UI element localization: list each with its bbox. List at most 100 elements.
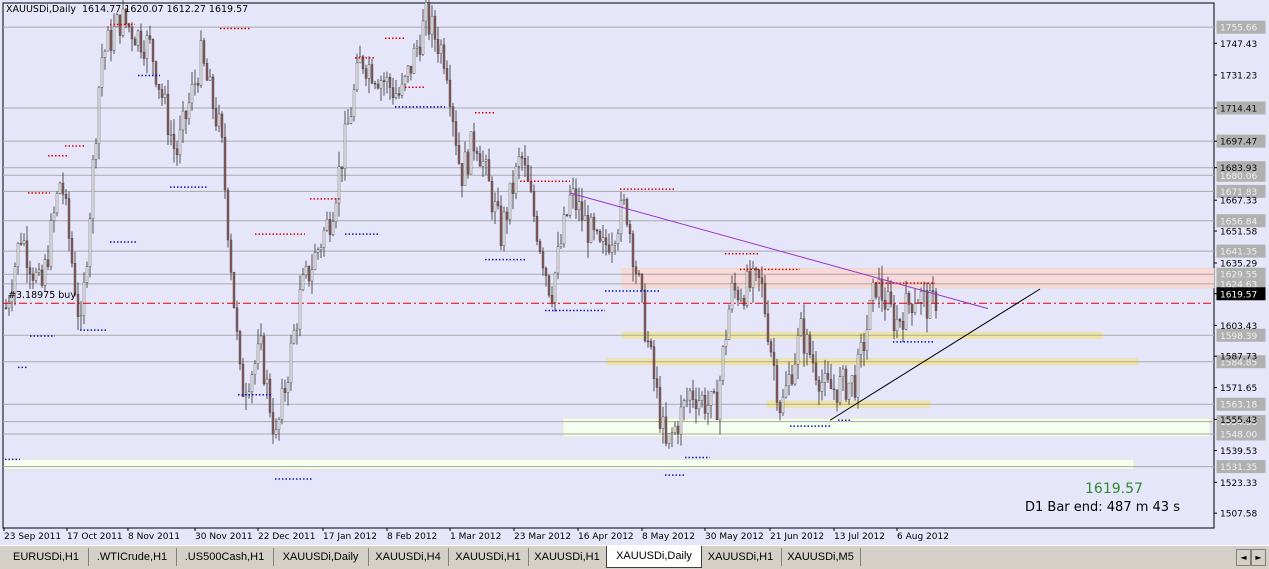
candle-body <box>763 282 767 315</box>
candle-body <box>271 412 275 435</box>
current-price-marker: 1619.57 <box>1220 290 1257 300</box>
candle-body <box>466 151 470 175</box>
chart-tab[interactable]: .WTICrude,H1 <box>88 548 177 566</box>
chart-tab[interactable]: XAUUSDi,M5 <box>781 548 861 566</box>
candle-body <box>829 379 833 390</box>
candle-body <box>688 390 692 401</box>
chart-tab[interactable]: XAUUSDi,Daily <box>606 546 702 568</box>
x-tick-label: 22 Dec 2011 <box>258 532 316 542</box>
candle-body <box>85 266 89 283</box>
order-label: #3.18975 buy <box>8 290 76 301</box>
candle-body <box>601 237 605 242</box>
candle-body <box>553 272 557 303</box>
candle-body <box>406 65 410 77</box>
candle-body <box>172 134 176 149</box>
candle-body <box>103 50 107 58</box>
candle-body <box>469 131 473 175</box>
candle-body <box>835 389 839 403</box>
candle-body <box>25 240 29 268</box>
candle-body <box>841 368 845 377</box>
candle-body <box>433 15 437 40</box>
candle-body <box>457 145 461 164</box>
candle-body <box>595 229 599 232</box>
candle-body <box>265 378 269 385</box>
candle-body <box>256 343 260 364</box>
candle-body <box>559 243 563 247</box>
tab-scroll-left-icon[interactable]: ◄ <box>1236 549 1251 566</box>
candle-body <box>400 83 404 96</box>
chart-tab[interactable]: XAUUSDi,H4 <box>368 548 449 566</box>
candle-body <box>475 150 479 154</box>
candle-body <box>538 241 542 252</box>
ohlc-values: 1614.77 1620.07 1612.27 1619.57 <box>82 4 249 15</box>
candle-body <box>577 201 581 211</box>
candle-body <box>274 429 278 435</box>
candle-body <box>442 44 446 69</box>
candle-body <box>607 244 611 253</box>
candle-body <box>151 39 155 62</box>
candle-body <box>502 211 506 246</box>
level-price-label: 1641.35 <box>1220 248 1257 258</box>
x-tick-label: 16 Apr 2012 <box>578 532 634 542</box>
candle-body <box>22 240 26 244</box>
candle-body <box>592 216 596 231</box>
candle-body <box>319 247 323 251</box>
chart-tab[interactable]: EURUSDi,H1 <box>4 548 89 566</box>
y-tick-label: 1667.33 <box>1220 197 1257 207</box>
candle-body <box>652 346 656 379</box>
candle-body <box>658 387 662 429</box>
candle-body <box>586 214 590 243</box>
candle-body <box>769 341 773 353</box>
candle-body <box>820 382 824 392</box>
candle-body <box>838 376 842 403</box>
candle-body <box>403 76 407 85</box>
chart-tab[interactable]: .US500Cash,H1 <box>176 548 274 566</box>
candle-body <box>508 182 512 220</box>
candle-body <box>565 214 569 217</box>
chart-tab-bar: EURUSDi,H1 .WTICrude,H1 .US500Cash,H1 XAUUS… <box>0 545 1269 569</box>
candle-body <box>328 219 332 236</box>
x-tick-label: 8 Nov 2011 <box>128 532 180 542</box>
chart-tab[interactable]: XAUUSDi,H1 <box>700 548 782 566</box>
candle-body <box>34 271 38 281</box>
chart-tab[interactable]: XAUUSDi,H1 <box>448 548 529 566</box>
candle-body <box>154 61 158 85</box>
candle-body <box>481 161 485 167</box>
candle-body <box>112 26 116 51</box>
candle-body <box>472 131 476 152</box>
candle-body <box>415 46 419 49</box>
candle-body <box>445 68 449 81</box>
candle-body <box>379 80 383 89</box>
level-price-label: 1548.00 <box>1220 430 1257 440</box>
bar-end-timer: D1 Bar end: 487 m 43 s <box>1025 500 1180 515</box>
candle-body <box>226 189 230 241</box>
candle-body <box>196 83 200 86</box>
candle-body <box>844 368 848 400</box>
candle-body <box>505 211 509 220</box>
candle-body <box>583 214 587 221</box>
candle-body <box>739 298 743 301</box>
chart-canvas[interactable]: 1755.661714.411697.471683.931680.061671.… <box>0 0 1269 545</box>
candle-body <box>463 151 467 186</box>
candle-body <box>736 289 740 301</box>
tab-scroll-right-icon[interactable]: ► <box>1251 549 1266 566</box>
candle-body <box>55 193 59 214</box>
chart-tab[interactable]: XAUUSDi,Daily <box>273 548 369 566</box>
candle-body <box>451 106 455 122</box>
candle-body <box>142 51 146 59</box>
candle-body <box>397 93 401 96</box>
candle-body <box>310 269 314 282</box>
candle-body <box>337 166 341 204</box>
chart-window[interactable]: 1755.661714.411697.471683.931680.061671.… <box>0 0 1269 545</box>
candle-body <box>235 307 239 332</box>
candle-body <box>223 137 227 191</box>
candle-body <box>694 399 698 410</box>
candle-body <box>385 77 389 82</box>
candle-body <box>733 282 737 291</box>
chart-tab[interactable]: XAUUSDi,H1 <box>528 548 607 566</box>
zone-rect <box>621 268 1215 289</box>
candle-body <box>373 82 377 85</box>
candle-body <box>490 181 494 213</box>
candle-body <box>394 93 398 99</box>
candle-body <box>364 68 368 79</box>
